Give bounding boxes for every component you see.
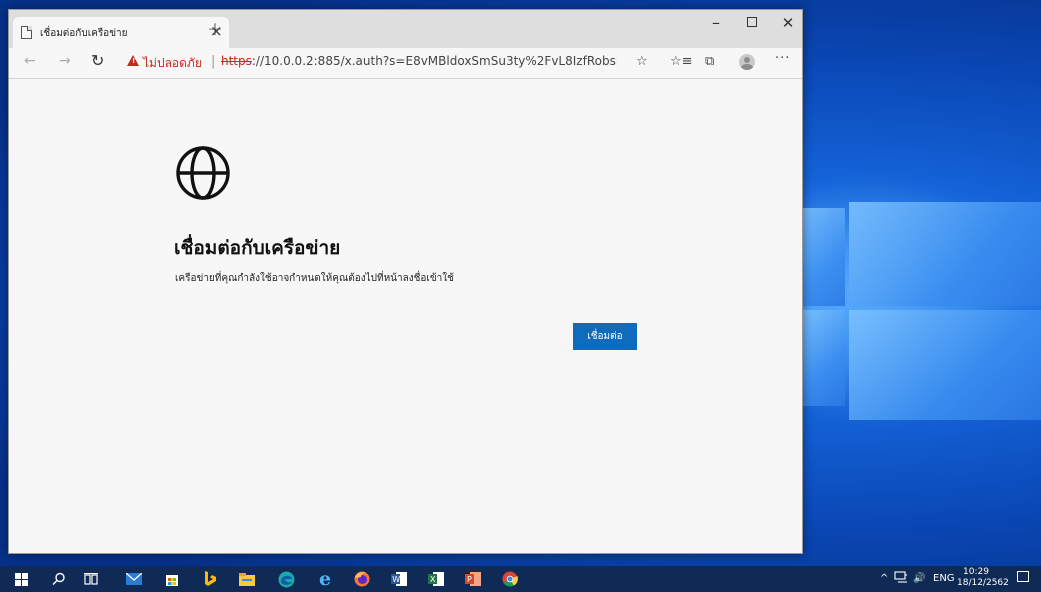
favorites-icon[interactable]: ☆≡ — [670, 54, 693, 69]
search-icon[interactable] — [50, 570, 68, 588]
svg-text:P: P — [467, 575, 472, 584]
language-indicator[interactable]: ENG — [933, 573, 955, 584]
page-description: เครือข่ายที่คุณกำลังใช้อาจกำหนดให้คุณต้อ… — [175, 273, 454, 284]
taskbar: e W X P ^ 🔊 ENG 10:29 18/12/2562 — [0, 566, 1041, 592]
security-status[interactable]: ไม่ปลอดภัย — [143, 54, 202, 73]
windows-logo — [803, 202, 1041, 430]
minimize-button[interactable]: – — [706, 13, 726, 32]
address-bar[interactable]: https://10.0.0.2:885/x.auth?s=E8vMBldoxS… — [221, 54, 617, 68]
url-text: ://10.0.0.2:885/x.auth?s=E8vMBldoxSmSu3t… — [251, 54, 617, 68]
volume-icon[interactable]: 🔊 — [913, 573, 925, 584]
file-explorer-icon[interactable] — [238, 570, 256, 588]
task-view-icon[interactable] — [82, 570, 100, 588]
chrome-icon[interactable] — [501, 570, 519, 588]
mail-icon[interactable] — [125, 570, 143, 588]
excel-icon[interactable]: X — [427, 570, 445, 588]
store-icon[interactable] — [163, 570, 181, 588]
tray-chevron-icon[interactable]: ^ — [880, 573, 888, 584]
address-toolbar: ← → ↻ ! ไม่ปลอดภัย | https://10.0.0.2:88… — [9, 48, 802, 79]
new-tab-button[interactable]: + — [207, 18, 223, 40]
edge-icon[interactable] — [277, 570, 295, 588]
firefox-icon[interactable] — [353, 570, 371, 588]
warning-icon[interactable]: ! — [127, 55, 139, 66]
word-icon[interactable]: W — [390, 570, 408, 588]
tab-active[interactable]: เชื่อมต่อกับเครือข่าย × — [13, 17, 229, 48]
page-title: เชื่อมต่อกับเครือข่าย — [174, 237, 341, 259]
clock[interactable]: 10:29 18/12/2562 — [957, 567, 1009, 589]
ie-icon[interactable]: e — [316, 568, 334, 590]
url-scheme: https — [221, 54, 252, 68]
profile-avatar[interactable] — [739, 54, 755, 70]
forward-button[interactable]: → — [59, 53, 71, 69]
powerpoint-icon[interactable]: P — [464, 570, 482, 588]
svg-text:X: X — [430, 575, 436, 584]
notification-icon[interactable] — [1017, 571, 1029, 582]
page-content: เชื่อมต่อกับเครือข่าย เครือข่ายที่คุณกำล… — [9, 79, 802, 553]
back-button[interactable]: ← — [24, 53, 36, 69]
address-separator: | — [211, 54, 216, 69]
network-icon[interactable] — [894, 571, 908, 586]
more-menu-icon[interactable]: ··· — [775, 51, 790, 66]
globe-icon — [176, 146, 230, 200]
maximize-button[interactable] — [742, 16, 762, 31]
bing-icon[interactable] — [201, 570, 219, 588]
start-icon[interactable] — [12, 570, 30, 588]
maximize-icon — [747, 17, 757, 27]
browser-window: เชื่อมต่อกับเครือข่าย × + – ✕ ← → ↻ ! ไม… — [8, 9, 803, 554]
tab-title: เชื่อมต่อกับเครือข่าย — [40, 28, 128, 39]
clock-date: 18/12/2562 — [957, 578, 1009, 588]
svg-text:W: W — [392, 575, 400, 584]
close-window-button[interactable]: ✕ — [778, 14, 798, 32]
refresh-button[interactable]: ↻ — [91, 51, 104, 70]
favorite-star-icon[interactable]: ☆ — [636, 54, 648, 69]
connect-button[interactable]: เชื่อมต่อ — [573, 323, 637, 350]
page-icon — [21, 26, 32, 39]
tab-bar: เชื่อมต่อกับเครือข่าย × + – ✕ — [9, 10, 802, 48]
clock-time: 10:29 — [963, 567, 989, 577]
collections-icon[interactable]: ⧉ — [705, 54, 714, 69]
